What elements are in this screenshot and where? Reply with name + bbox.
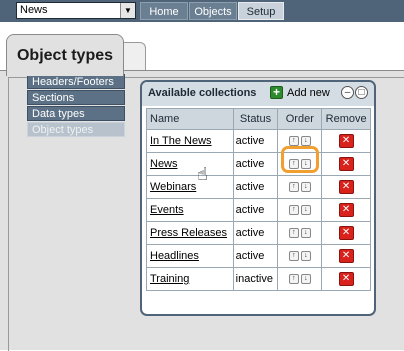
collection-name-cell: Events — [146, 198, 234, 222]
status-cell: active — [232, 129, 279, 153]
order-down-icon[interactable]: ↓ — [300, 228, 311, 239]
table-row: News active ↑ ↓ ✕ — [146, 152, 371, 176]
collection-link[interactable]: News — [150, 158, 178, 170]
column-header-remove: Remove — [321, 108, 371, 130]
setup-menu: Headers/Footers Sections Data types Obje… — [27, 74, 125, 138]
menu-item-object-types[interactable]: Object types — [27, 122, 125, 137]
table-row: Headlines active ↑ ↓ ✕ — [146, 244, 371, 268]
top-nav-bar: News ▼ Home Objects Setup — [0, 0, 404, 23]
menu-item-data-types[interactable]: Data types — [27, 106, 125, 121]
status-cell: active — [232, 152, 279, 176]
collection-name-cell: Headlines — [146, 244, 234, 268]
tab-home[interactable]: Home — [140, 2, 188, 20]
status-cell: active — [232, 175, 279, 199]
order-up-icon[interactable]: ↑ — [288, 251, 299, 262]
remove-cell: ✕ — [321, 267, 371, 291]
order-up-icon[interactable]: ↑ — [288, 205, 299, 216]
panel-title: Available collections — [148, 87, 257, 99]
remove-cell: ✕ — [321, 152, 371, 176]
order-down-icon[interactable]: ↓ — [300, 182, 311, 193]
collection-link[interactable]: Press Releases — [150, 227, 227, 239]
add-icon[interactable]: + — [270, 86, 283, 99]
remove-cell: ✕ — [321, 175, 371, 199]
order-up-icon[interactable]: ↑ — [288, 182, 299, 193]
table-row: Events active ↑ ↓ ✕ — [146, 198, 371, 222]
tab-objects[interactable]: Objects — [189, 2, 237, 20]
order-down-icon[interactable]: ↓ — [300, 251, 311, 262]
table-header-row: Name Status Order Remove — [146, 108, 371, 130]
collection-name-cell: Press Releases — [146, 221, 234, 245]
tab-setup-label: Setup — [246, 6, 276, 18]
order-cell: ↑ ↓ — [277, 244, 323, 268]
column-header-order: Order — [277, 108, 323, 130]
menu-item-label: Object types — [32, 124, 94, 136]
tab-home-label: Home — [149, 6, 179, 18]
delete-icon[interactable]: ✕ — [338, 226, 354, 240]
delete-icon[interactable]: ✕ — [338, 157, 354, 171]
remove-cell: ✕ — [321, 198, 371, 222]
collection-link[interactable]: Webinars — [150, 181, 196, 193]
delete-icon[interactable]: ✕ — [338, 180, 354, 194]
collection-name-cell: News — [146, 152, 234, 176]
order-cell: ↑ ↓ — [277, 221, 323, 245]
order-highlight-ring — [281, 146, 319, 173]
delete-icon[interactable]: ✕ — [338, 134, 354, 148]
status-cell: inactive — [232, 267, 279, 291]
hand-cursor-icon: ☝ — [197, 164, 208, 184]
remove-cell: ✕ — [321, 221, 371, 245]
status-cell: active — [232, 198, 279, 222]
collection-name-cell: Webinars — [146, 175, 234, 199]
menu-item-label: Sections — [32, 92, 75, 104]
page-tab-object-types[interactable]: Object types — [6, 34, 124, 76]
minimize-icon[interactable]: – — [341, 86, 354, 99]
tab-setup[interactable]: Setup — [238, 2, 284, 20]
menu-item-label: Headers/Footers — [32, 76, 114, 88]
order-cell: ↑ ↓ — [277, 198, 323, 222]
collection-link[interactable]: Headlines — [150, 250, 199, 262]
table-row: Training inactive ↑ ↓ ✕ — [146, 267, 371, 291]
table-row: Webinars active ↑ ↓ ✕ — [146, 175, 371, 199]
order-up-icon[interactable]: ↑ — [288, 274, 299, 285]
status-cell: active — [232, 244, 279, 268]
page-title: Object types — [16, 47, 114, 64]
collections-table: Name Status Order Remove In The News act… — [146, 108, 371, 291]
delete-icon[interactable]: ✕ — [338, 249, 354, 263]
column-header-status: Status — [232, 108, 279, 130]
chevron-down-icon[interactable]: ▼ — [120, 3, 135, 18]
add-new-link[interactable]: Add new — [287, 87, 330, 99]
order-cell: ↑ ↓ — [277, 267, 323, 291]
table-row: In The News active ↑ ↓ ✕ — [146, 129, 371, 153]
site-select-value: News — [20, 4, 48, 16]
collection-name-cell: Training — [146, 267, 234, 291]
tab-objects-label: Objects — [194, 6, 232, 18]
table-row: Press Releases active ↑ ↓ ✕ — [146, 221, 371, 245]
collection-link[interactable]: Events — [150, 204, 184, 216]
order-down-icon[interactable]: ↓ — [300, 205, 311, 216]
order-down-icon[interactable]: ↓ — [300, 274, 311, 285]
delete-icon[interactable]: ✕ — [338, 272, 354, 286]
collection-link[interactable]: Training — [150, 273, 189, 285]
menu-item-sections[interactable]: Sections — [27, 90, 125, 105]
site-select[interactable]: News ▼ — [16, 2, 136, 19]
maximize-icon[interactable]: □ — [355, 86, 368, 99]
order-up-icon[interactable]: ↑ — [288, 228, 299, 239]
order-down-icon[interactable]: ↓ — [300, 136, 311, 147]
status-cell: active — [232, 221, 279, 245]
remove-cell: ✕ — [321, 129, 371, 153]
available-collections-panel: Available collections + Add new – □ Name… — [140, 80, 376, 316]
remove-cell: ✕ — [321, 244, 371, 268]
column-header-name: Name — [146, 108, 234, 130]
delete-icon[interactable]: ✕ — [338, 203, 354, 217]
panel-header: Available collections + Add new – □ — [142, 82, 374, 106]
order-up-icon[interactable]: ↑ — [288, 136, 299, 147]
collection-name-cell: In The News — [146, 129, 234, 153]
menu-item-label: Data types — [32, 108, 85, 120]
collection-link[interactable]: In The News — [150, 135, 212, 147]
order-cell: ↑ ↓ — [277, 175, 323, 199]
